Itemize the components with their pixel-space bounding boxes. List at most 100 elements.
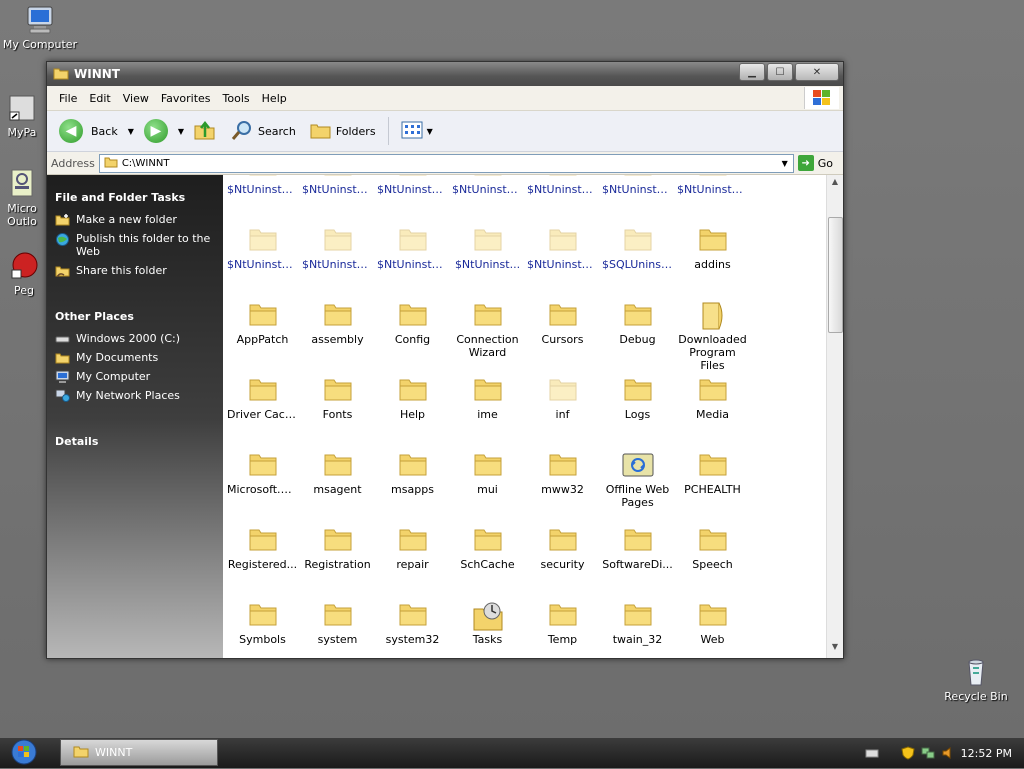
folder-item[interactable]: $NtUninstal... (225, 175, 300, 196)
folder-item[interactable]: Config (375, 301, 450, 346)
scroll-up-icon[interactable]: ▲ (827, 177, 843, 191)
folder-item[interactable]: Registration (300, 526, 375, 571)
views-button[interactable]: ▼ (397, 119, 437, 144)
folder-item[interactable]: $NtUninstal... (375, 226, 450, 271)
network-tray-icon[interactable] (921, 746, 935, 760)
folder-item[interactable]: Microsoft.NET (225, 451, 300, 496)
forward-dropdown-icon[interactable]: ▼ (178, 127, 184, 136)
folder-icon (472, 175, 504, 177)
folder-item[interactable]: system32 (375, 601, 450, 646)
folder-item[interactable]: Help (375, 376, 450, 421)
desktop-icon-label: My Computer (2, 38, 78, 51)
vertical-scrollbar[interactable]: ▲ ▼ (826, 175, 843, 658)
desktop-icon-recycle-bin[interactable]: Recycle Bin (936, 656, 1016, 703)
scrollbar-thumb[interactable] (828, 217, 843, 333)
up-folder-button[interactable] (190, 118, 220, 145)
folder-item[interactable]: $NtUninstal... (225, 226, 300, 271)
place-windows-2000-c[interactable]: Windows 2000 (C:) (47, 329, 223, 348)
folder-item[interactable]: inf (525, 376, 600, 421)
folder-item[interactable]: twain_32 (600, 601, 675, 646)
folder-item[interactable]: Cursors (525, 301, 600, 346)
folder-item[interactable]: Downloaded Program Files (675, 301, 750, 372)
folder-item[interactable]: Debug (600, 301, 675, 346)
title-bar[interactable]: WINNT ▁ ☐ ✕ (47, 62, 843, 86)
task-publish-folder[interactable]: Publish this folder to the Web (47, 229, 223, 261)
close-button[interactable]: ✕ (795, 63, 839, 81)
folder-item[interactable]: addins (675, 226, 750, 271)
taskbar-item-winnt[interactable]: WINNT (60, 739, 218, 766)
details-heading[interactable]: Details (47, 405, 223, 454)
folder-item[interactable]: Fonts (300, 376, 375, 421)
back-button[interactable]: ◀ Back (55, 117, 122, 145)
folder-icon (622, 601, 654, 627)
security-shield-icon[interactable] (901, 746, 915, 760)
folder-item[interactable]: Web (675, 601, 750, 646)
folder-item[interactable]: Logs (600, 376, 675, 421)
folder-item[interactable]: $NtUninstal... (450, 175, 525, 196)
menu-help[interactable]: Help (256, 90, 293, 107)
folder-item[interactable]: Connection Wizard (450, 301, 525, 359)
folder-item[interactable]: security (525, 526, 600, 571)
folder-item[interactable]: repair (375, 526, 450, 571)
start-button[interactable] (6, 739, 42, 766)
keyboard-icon[interactable] (865, 746, 879, 760)
folder-item[interactable]: $SQLUninst... (600, 226, 675, 271)
other-places-heading[interactable]: Other Places (47, 280, 223, 329)
folder-item[interactable]: Speech (675, 526, 750, 571)
task-share-folder[interactable]: Share this folder (47, 261, 223, 280)
place-my-network-places[interactable]: My Network Places (47, 386, 223, 405)
folder-item[interactable]: msagent (300, 451, 375, 496)
menu-favorites[interactable]: Favorites (155, 90, 217, 107)
maximize-button[interactable]: ☐ (767, 63, 793, 81)
folder-item[interactable]: Registered... (225, 526, 300, 571)
folder-item[interactable]: Media (675, 376, 750, 421)
place-my-documents[interactable]: My Documents (47, 348, 223, 367)
folder-item[interactable]: msapps (375, 451, 450, 496)
folder-item[interactable]: $NtUninstal... (375, 175, 450, 196)
folder-item[interactable]: $NtUninstal... (525, 226, 600, 271)
folder-item[interactable]: $NtUninstal... (525, 175, 600, 196)
desktop-icon-peg[interactable]: Peg (0, 250, 52, 297)
menu-file[interactable]: File (53, 90, 83, 107)
desktop-icon-outlook[interactable]: Micro Outlo (0, 168, 48, 228)
folder-item[interactable]: system (300, 601, 375, 646)
scroll-down-icon[interactable]: ▼ (827, 642, 843, 656)
folder-item[interactable]: AppPatch (225, 301, 300, 346)
folder-item[interactable]: $NtUninstal... (675, 175, 750, 196)
menu-view[interactable]: View (117, 90, 155, 107)
back-label: Back (91, 124, 118, 138)
go-button[interactable]: ➜ Go (797, 155, 839, 171)
forward-button[interactable]: ▶ (140, 117, 172, 145)
folder-item[interactable]: Tasks (450, 601, 525, 646)
clock[interactable]: 12:52 PM (961, 747, 1012, 760)
folders-button[interactable]: Folders (306, 118, 380, 145)
folder-item[interactable]: assembly (300, 301, 375, 346)
task-make-new-folder[interactable]: Make a new folder (47, 210, 223, 229)
desktop-icon-mypa[interactable]: MyPa (0, 92, 50, 139)
folder-item[interactable]: $NtUninstal... (600, 175, 675, 196)
desktop-icon-my-computer[interactable]: My Computer (0, 4, 80, 51)
folder-item[interactable]: $NtUninstal... (300, 175, 375, 196)
folder-item[interactable]: $NtUninstal... (300, 226, 375, 271)
address-dropdown-icon[interactable]: ▼ (777, 155, 793, 172)
folder-item[interactable]: Offline Web Pages (600, 451, 675, 509)
folder-item[interactable]: Driver Cache (225, 376, 300, 421)
address-input[interactable]: C:\WINNT ▼ (98, 153, 794, 173)
folder-item[interactable]: SchCache (450, 526, 525, 571)
back-dropdown-icon[interactable]: ▼ (128, 127, 134, 136)
place-my-computer[interactable]: My Computer (47, 367, 223, 386)
folder-item[interactable]: Symbols (225, 601, 300, 646)
folder-item[interactable]: mww32 (525, 451, 600, 496)
search-button[interactable]: Search (226, 117, 300, 146)
menu-edit[interactable]: Edit (83, 90, 116, 107)
volume-icon[interactable] (941, 746, 955, 760)
folder-item[interactable]: PCHEALTH (675, 451, 750, 496)
minimize-button[interactable]: ▁ (739, 63, 765, 81)
file-folder-tasks-heading[interactable]: File and Folder Tasks (47, 179, 223, 210)
folder-item[interactable]: SoftwareDi... (600, 526, 675, 571)
menu-tools[interactable]: Tools (217, 90, 256, 107)
folder-item[interactable]: mui (450, 451, 525, 496)
folder-item[interactable]: Temp (525, 601, 600, 646)
folder-item[interactable]: ime (450, 376, 525, 421)
folder-item[interactable]: $NtUninst... (450, 226, 525, 271)
